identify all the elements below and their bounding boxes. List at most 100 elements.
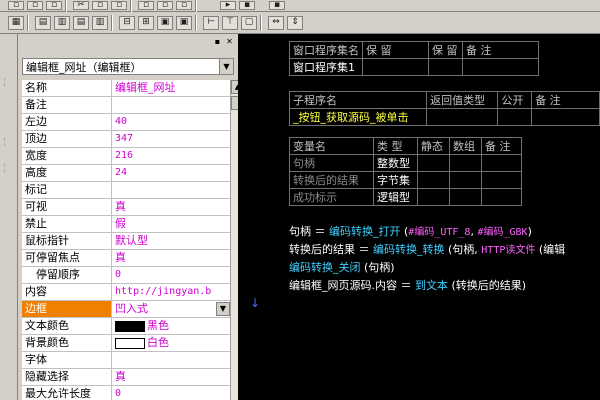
property-row[interactable]: 可视 真 (22, 199, 230, 216)
code-line[interactable]: 编码转换_关闭 (句柄) (289, 259, 395, 275)
code-line[interactable]: 编辑框_网页源码.内容 ＝ 到文本 (转换后的结果) (289, 277, 526, 293)
table-cell[interactable] (417, 171, 450, 189)
property-value[interactable]: http://jingyan.b (112, 284, 230, 300)
center-h-icon[interactable]: ⊟ (119, 15, 135, 30)
layout-icon[interactable]: ▫ (176, 1, 192, 10)
property-row[interactable]: 顶边 347 (22, 131, 230, 148)
copy-icon[interactable]: ▫ (92, 1, 108, 10)
property-row[interactable]: 文本颜色 黑色 (22, 318, 230, 335)
center-v-icon[interactable]: ⊞ (138, 15, 154, 30)
subroutine-table: 子程序名 返回值类型 公开 备 注 _按钮_获取源码_被单击 (288, 91, 600, 126)
property-value[interactable]: 真 (112, 369, 230, 385)
property-value[interactable]: 40 (112, 114, 230, 130)
code-line[interactable]: 转换后的结果 ＝ 编码转换_转换 (句柄, HTTP读文件 (编辑 (289, 241, 565, 257)
same-width-icon[interactable]: ▣ (157, 15, 173, 30)
distribute-h-icon[interactable]: ⇔ (268, 15, 284, 30)
property-value[interactable]: 凹入式 ▼ (112, 301, 230, 317)
table-cell[interactable] (481, 188, 522, 206)
code-line[interactable]: 句柄 ＝ 编码转换_打开 (#编码_UTF_8, #编码_GBK) (289, 223, 532, 239)
pin-icon[interactable]: ▪ (213, 37, 222, 46)
align-left-icon[interactable]: ▤ (35, 15, 51, 30)
property-value[interactable]: 0 (112, 267, 230, 283)
paste-icon[interactable]: ▫ (111, 1, 127, 10)
property-row[interactable]: 左边 40 (22, 114, 230, 131)
property-row[interactable]: 备注 (22, 97, 230, 114)
same-height-icon[interactable]: ▣ (176, 15, 192, 30)
code-editor[interactable]: 窗口程序集名 保 留 保 留 备 注 窗口程序集1 子程序名 返回值类型 公开 … (264, 34, 600, 400)
table-cell[interactable]: _按钮_获取源码_被单击 (288, 108, 428, 126)
property-value[interactable]: 0 (112, 386, 230, 400)
property-row[interactable]: 背景颜色 白色 (22, 335, 230, 352)
table-cell[interactable] (449, 188, 482, 206)
property-value[interactable]: 347 (112, 131, 230, 147)
property-value[interactable]: 编辑框_网址 (112, 80, 230, 96)
table-cell[interactable] (362, 58, 429, 76)
property-row[interactable]: 内容 http://jingyan.b (22, 284, 230, 301)
cut-icon[interactable]: ✂ (73, 1, 89, 10)
stop-icon[interactable]: ▪ (239, 1, 255, 10)
property-value[interactable] (112, 182, 230, 198)
table-cell[interactable] (417, 188, 450, 206)
property-value[interactable]: 24 (112, 165, 230, 181)
open-file-icon[interactable]: ▫ (27, 1, 43, 10)
view-icon[interactable]: ▫ (138, 1, 154, 10)
chevron-down-icon[interactable]: ▼ (219, 59, 233, 74)
table-cell[interactable] (481, 171, 522, 189)
table-cell[interactable]: 句柄 (289, 154, 374, 172)
property-row-selected[interactable]: 边框 凹入式 ▼ (22, 301, 230, 318)
save-file-icon[interactable]: ▫ (46, 1, 62, 10)
property-value[interactable] (112, 97, 230, 113)
table-cell[interactable] (531, 108, 600, 126)
table-cell[interactable] (449, 154, 482, 172)
chevron-down-icon[interactable]: ▼ (216, 302, 230, 316)
property-row[interactable]: 禁止 假 (22, 216, 230, 233)
table-cell[interactable]: 逻辑型 (373, 188, 418, 206)
property-value[interactable] (112, 352, 230, 368)
table-cell[interactable] (497, 108, 533, 126)
property-row[interactable]: 隐藏选择 真 (22, 369, 230, 386)
property-value[interactable]: 默认型 (112, 233, 230, 249)
property-value[interactable]: 假 (112, 216, 230, 232)
property-value[interactable]: 黑色 (112, 318, 230, 334)
space-h-icon[interactable]: ⊢ (203, 15, 219, 30)
table-cell[interactable] (449, 171, 482, 189)
property-row[interactable]: 最大允许长度 0 (22, 386, 230, 400)
table-cell[interactable]: 成功标示 (289, 188, 374, 206)
property-value[interactable]: 白色 (112, 335, 230, 351)
table-cell[interactable]: 字节集 (373, 171, 418, 189)
table-cell[interactable]: 窗口程序集1 (289, 58, 363, 76)
table-cell[interactable]: 转换后的结果 (289, 171, 374, 189)
property-row[interactable]: 名称 编辑框_网址 (22, 80, 230, 97)
table-cell[interactable] (426, 108, 499, 126)
property-value[interactable]: 真 (112, 250, 230, 266)
property-row[interactable]: 字体 (22, 352, 230, 369)
table-cell[interactable] (462, 58, 539, 76)
property-value[interactable]: 216 (112, 148, 230, 164)
window-icon[interactable]: ▫ (157, 1, 173, 10)
new-file-icon[interactable]: ▫ (8, 1, 24, 10)
align-bottom-icon[interactable]: ▥ (92, 15, 108, 30)
space-v-icon[interactable]: ⊤ (222, 15, 238, 30)
panel-splitter[interactable] (238, 34, 264, 400)
grid-icon[interactable]: ▦ (8, 15, 24, 30)
table-cell[interactable]: 整数型 (373, 154, 418, 172)
run-icon[interactable]: ▸ (220, 1, 236, 10)
property-row[interactable]: 停留顺序 0 (22, 267, 230, 284)
property-row[interactable]: 鼠标指针 默认型 (22, 233, 230, 250)
property-name: 隐藏选择 (22, 369, 112, 385)
distribute-v-icon[interactable]: ⇕ (287, 15, 303, 30)
table-cell[interactable] (481, 154, 522, 172)
property-row[interactable]: 高度 24 (22, 165, 230, 182)
align-center-icon[interactable]: ▤ (73, 15, 89, 30)
close-icon[interactable]: ✕ (225, 37, 234, 46)
same-size-icon[interactable]: ▢ (241, 15, 257, 30)
object-select[interactable]: 编辑框_网址（编辑框） ▼ (22, 58, 234, 75)
property-value[interactable]: 真 (112, 199, 230, 215)
property-row[interactable]: 宽度 216 (22, 148, 230, 165)
align-top-icon[interactable]: ▥ (54, 15, 70, 30)
property-row[interactable]: 可停留焦点 真 (22, 250, 230, 267)
compile-icon[interactable]: ▪ (269, 1, 285, 10)
table-cell[interactable] (428, 58, 463, 76)
table-cell[interactable] (417, 154, 450, 172)
property-row[interactable]: 标记 (22, 182, 230, 199)
